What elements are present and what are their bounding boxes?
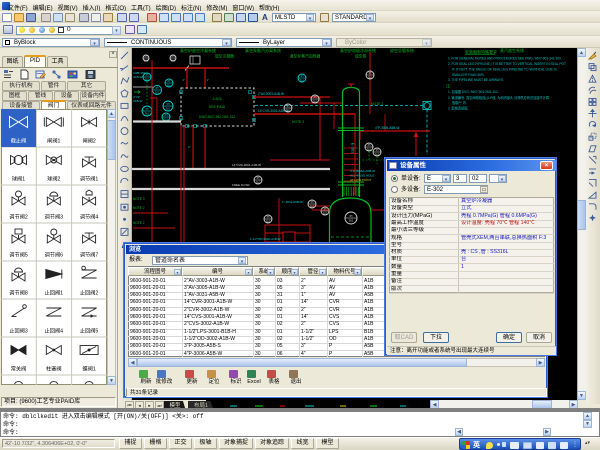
svg-text:1. FOR GENERAL NOTES AND PROCE: 1. FOR GENERAL NOTES AND PROCEDURES SEE … [448, 56, 562, 60]
svg-text:PI: PI [146, 107, 149, 111]
svg-text:止回阀4: 止回阀4 [45, 327, 64, 335]
svg-text:NOTE 2: NOTE 2 [133, 221, 145, 225]
svg-text:PI: PI [168, 79, 171, 83]
svg-text:真空炉蒸汽加热器: 真空炉蒸汽加热器 [290, 54, 321, 59]
svg-text:调节阀3: 调节阀3 [45, 213, 64, 221]
svg-text:301: 301 [300, 78, 305, 82]
svg-text:PI: PI [301, 74, 304, 78]
svg-text:调节阀5: 调节阀5 [9, 251, 28, 259]
svg-text:安装图和特殊要求: 安装图和特殊要求 [465, 49, 497, 55]
svg-text:放空总管系统: 放空总管系统 [390, 48, 414, 53]
svg-text:DWG.9607-952-2W1-312: DWG.9607-952-2W1-312 [199, 115, 235, 119]
svg-text:1-1/2"OD-3002-A1B-W: 1-1/2"OD-3002-A1B-W [250, 237, 281, 241]
svg-text:PI: PI [257, 176, 260, 180]
svg-text:NOTE 3: NOTE 3 [133, 197, 145, 201]
svg-text:A1B-W: A1B-W [133, 75, 143, 79]
svg-text:301: 301 [171, 58, 176, 62]
svg-text:14"CVR-3001-A1B-W: 14"CVR-3001-A1B-W [232, 163, 261, 167]
svg-text:3. THE PIPELINE MUST BE AIRWAY: 3. THE PIPELINE MUST BE AIRWAYS. [448, 78, 504, 82]
svg-text:1": 1" [207, 78, 210, 82]
svg-text:NOTE 2: NOTE 2 [292, 120, 304, 124]
svg-text:PI: PI [167, 102, 170, 106]
svg-text:2": 2" [183, 78, 186, 82]
svg-text:301: 301 [349, 218, 354, 222]
svg-text:止回阀2: 止回阀2 [80, 289, 99, 297]
svg-text:301: 301 [313, 99, 318, 103]
svg-text:301: 301 [167, 83, 172, 87]
svg-text:调节阀8: 调节阀8 [9, 289, 28, 297]
svg-text:PI: PI [267, 215, 270, 219]
svg-text:注:: 注: [446, 83, 451, 89]
svg-text:PI: PI [311, 200, 314, 204]
svg-text:E-302: E-302 [351, 143, 356, 154]
svg-text:301: 301 [166, 106, 171, 110]
svg-text:调节阀1: 调节阀1 [80, 175, 99, 183]
svg-text:PI: PI [314, 95, 317, 99]
svg-text:SEE P&ID: SEE P&ID [209, 105, 226, 109]
svg-text:柱塞阀: 柱塞阀 [46, 365, 62, 373]
svg-text:A1B-W: A1B-W [133, 99, 143, 103]
svg-text:真空炉电极冷却系统: 真空炉电极冷却系统 [340, 48, 376, 53]
svg-text:PI: PI [350, 214, 353, 218]
svg-text:PI: PI [172, 54, 175, 58]
svg-text:FREE FLOW: FREE FLOW [232, 183, 250, 187]
svg-text:真空泵截汽分离系统: 真空泵截汽分离系统 [245, 48, 281, 53]
svg-text:PI: PI [287, 104, 290, 108]
svg-text:2. 管道编号, 真空阀相相连(-)LP值, 为和内接头 请: 2. 管道编号, 真空阀相相连(-)LP值, 为和内接头 请得供应商总连接不计算 [448, 95, 550, 100]
svg-text:301: 301 [145, 111, 150, 115]
svg-text:4"P-3006-A5B-W: 4"P-3006-A5B-W [375, 126, 399, 130]
svg-text:301: 301 [266, 219, 271, 223]
svg-text:闸阀2: 闸阀2 [82, 137, 95, 145]
svg-text:球阀2: 球阀2 [47, 175, 60, 183]
svg-text:PI: PI [145, 54, 148, 58]
svg-text:2. FOR SEAL LEG PIPELINE, IT I: 2. FOR SEAL LEG PIPELINE, IT IS BETTER T… [448, 62, 567, 66]
svg-text:PI: PI [368, 143, 371, 147]
svg-text:调节阀4: 调节阀4 [80, 213, 99, 221]
svg-text:NOTE 2: NOTE 2 [133, 206, 145, 210]
svg-text:常关阀: 常关阀 [11, 365, 27, 373]
svg-text:止回阀5: 止回阀5 [80, 327, 99, 335]
svg-text:3. 配管连接图.: 3. 配管连接图. [448, 105, 468, 110]
svg-text:蒸汽放空系统: 蒸汽放空系统 [500, 48, 524, 53]
svg-text:PI: PI [165, 113, 168, 117]
svg-text:闸阀1: 闸阀1 [47, 137, 60, 145]
svg-text:蝶阀1: 蝶阀1 [82, 365, 95, 373]
svg-text:AT LOW POINT: AT LOW POINT [350, 178, 371, 182]
svg-text:调节阀6: 调节阀6 [45, 251, 64, 259]
svg-text:301: 301 [145, 77, 150, 81]
svg-text:PI: PI [156, 86, 159, 90]
svg-text:放空塔: 放空塔 [355, 54, 367, 59]
svg-text:1"-3011-A5B-W: 1"-3011-A5B-W [282, 200, 303, 204]
svg-text:301: 301 [375, 152, 380, 156]
svg-text:PI: PI [146, 73, 149, 77]
svg-text:PI: PI [376, 148, 379, 152]
svg-text:3": 3" [188, 145, 191, 149]
svg-text:301: 301 [367, 147, 372, 151]
svg-text:301: 301 [323, 211, 328, 215]
svg-text:调节阀2: 调节阀2 [9, 213, 28, 221]
svg-text:SMALLER THAN 45%.: SMALLER THAN 45%. [452, 73, 485, 77]
svg-text:301: 301 [310, 204, 315, 208]
svg-text:止回阀3: 止回阀3 [9, 327, 28, 335]
svg-text:301: 301 [286, 108, 291, 112]
svg-text:截止阀: 截止阀 [11, 137, 27, 145]
svg-text:2"AV-3003-A1B-W: 2"AV-3003-A1B-W [258, 92, 284, 96]
svg-text:值取P* 内.: 值取P* 内. [452, 100, 467, 105]
svg-text:ALL VALVE HOLE: ALL VALVE HOLE [350, 174, 374, 178]
svg-text:4"P-3006A-A5B-W: 4"P-3006A-A5B-W [350, 169, 375, 173]
svg-text:301: 301 [155, 90, 160, 94]
svg-text:球阀1: 球阀1 [12, 175, 25, 183]
svg-text:PI: PI [369, 71, 372, 75]
svg-text:调节阀7: 调节阀7 [80, 251, 99, 259]
svg-text:真空炉放空冷凝系统: 真空炉放空冷凝系统 [180, 48, 216, 53]
svg-text:J-301: J-301 [212, 96, 223, 101]
svg-text:放空冷凝器: 放空冷凝器 [215, 54, 234, 59]
svg-text:301: 301 [256, 180, 261, 184]
svg-text:IF IT ISN'T, THE ANGLE OF SEAL: IF IT ISN'T, THE ANGLE OF SEAL LEG PIPEL… [452, 68, 557, 72]
svg-text:301: 301 [368, 75, 373, 79]
svg-text:止回阀1: 止回阀1 [45, 289, 64, 297]
svg-text:301: 301 [144, 58, 149, 62]
svg-text:1. 加接图 DVG. 9607-901-2M1-102.: 1. 加接图 DVG. 9607-901-2M1-102. [448, 89, 499, 94]
